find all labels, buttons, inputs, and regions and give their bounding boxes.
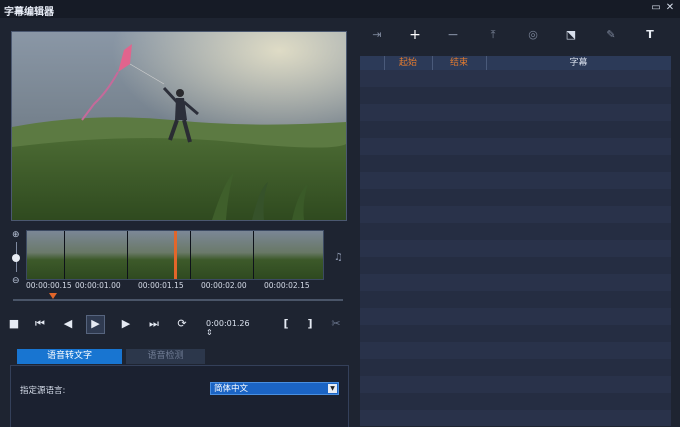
- language-select[interactable]: 简体中文 ▼: [210, 382, 339, 395]
- table-row[interactable]: [360, 87, 671, 104]
- import-icon[interactable]: ⇥: [368, 27, 386, 43]
- play-button[interactable]: ▶: [86, 315, 105, 334]
- timecode-label: 00:00:01.00: [75, 281, 121, 290]
- table-row[interactable]: [360, 410, 671, 426]
- table-row[interactable]: [360, 189, 671, 206]
- window-title: 字幕编辑器: [4, 7, 54, 18]
- go-to-start-icon[interactable]: ⏮: [32, 316, 48, 332]
- column-header-index: [360, 56, 385, 70]
- table-row[interactable]: [360, 257, 671, 274]
- timeline-thumbnail: [65, 231, 128, 279]
- timeline-thumbnail: [254, 231, 323, 279]
- tab-speech-detection[interactable]: 语音检测: [126, 349, 205, 364]
- tab-speech-to-text[interactable]: 语音转文字: [17, 349, 122, 364]
- close-icon[interactable]: ✕: [664, 2, 676, 14]
- table-row[interactable]: [360, 240, 671, 257]
- mark-out-button[interactable]: ]: [302, 316, 318, 332]
- table-row[interactable]: [360, 121, 671, 138]
- scrub-marker[interactable]: [49, 293, 57, 299]
- current-time-field[interactable]: 0:00:01.26 ⇕: [206, 319, 258, 337]
- subtitle-list[interactable]: [360, 70, 671, 426]
- add-icon[interactable]: +: [406, 27, 424, 43]
- table-row[interactable]: [360, 359, 671, 376]
- table-row[interactable]: [360, 308, 671, 325]
- table-row[interactable]: [360, 291, 671, 308]
- timecode-label: 00:00:02.00: [201, 281, 247, 290]
- timeline-thumbnail: [128, 231, 191, 279]
- repeat-icon[interactable]: ⟳: [174, 316, 190, 332]
- speech-panel: [10, 365, 349, 427]
- zoom-slider-handle[interactable]: [12, 254, 20, 262]
- zoom-out-icon[interactable]: ⊖: [12, 276, 20, 286]
- remove-icon[interactable]: −: [444, 27, 462, 43]
- person: [176, 89, 184, 97]
- timeline-strip[interactable]: [26, 230, 324, 280]
- mark-in-button[interactable]: [: [278, 316, 294, 332]
- table-row[interactable]: [360, 172, 671, 189]
- table-row[interactable]: [360, 104, 671, 121]
- go-to-end-icon[interactable]: ⏭: [146, 316, 162, 332]
- table-row[interactable]: [360, 223, 671, 240]
- title-bar: 字幕编辑器 ▭ ✕: [0, 0, 680, 18]
- column-header-end[interactable]: 结束: [432, 56, 487, 70]
- scissors-icon[interactable]: ✂: [328, 316, 344, 332]
- column-header-start[interactable]: 起始: [384, 56, 433, 70]
- table-row[interactable]: [360, 155, 671, 172]
- merge-icon[interactable]: ⬔: [562, 27, 580, 43]
- zoom-in-icon[interactable]: ⊕: [12, 230, 20, 240]
- table-row[interactable]: [360, 138, 671, 155]
- timeline-playhead[interactable]: [174, 231, 177, 279]
- timecode-label: 00:00:01.15: [138, 281, 184, 290]
- scrub-bar[interactable]: [13, 299, 343, 301]
- language-label: 指定源语言:: [20, 386, 66, 396]
- next-frame-icon[interactable]: ▶: [118, 316, 134, 332]
- audio-waveform-icon[interactable]: ♫: [334, 252, 343, 263]
- text-style-icon[interactable]: T: [641, 27, 659, 43]
- edit-icon[interactable]: ✎: [602, 27, 620, 43]
- column-header-subtitle[interactable]: 字幕: [486, 56, 671, 70]
- subtitle-list-header: 起始 结束 字幕: [360, 56, 671, 71]
- table-row[interactable]: [360, 70, 671, 87]
- stop-icon[interactable]: ■: [6, 316, 22, 332]
- table-row[interactable]: [360, 393, 671, 410]
- language-select-value: 简体中文: [214, 384, 249, 394]
- export-icon[interactable]: ⤒: [484, 27, 502, 43]
- timecode-label: 00:00:02.15: [264, 281, 310, 290]
- scan-icon[interactable]: ◎: [524, 27, 542, 43]
- table-row[interactable]: [360, 274, 671, 291]
- maximize-icon[interactable]: ▭: [650, 2, 662, 14]
- table-row[interactable]: [360, 206, 671, 223]
- timeline-thumbnail: [27, 231, 65, 279]
- table-row[interactable]: [360, 325, 671, 342]
- chevron-down-icon[interactable]: ▼: [328, 384, 337, 393]
- table-row[interactable]: [360, 342, 671, 359]
- video-preview: [11, 31, 347, 221]
- timeline-thumbnail: [191, 231, 254, 279]
- previous-frame-icon[interactable]: ◀: [60, 316, 76, 332]
- timecode-label: 00:00:00.15: [26, 281, 72, 290]
- table-row[interactable]: [360, 376, 671, 393]
